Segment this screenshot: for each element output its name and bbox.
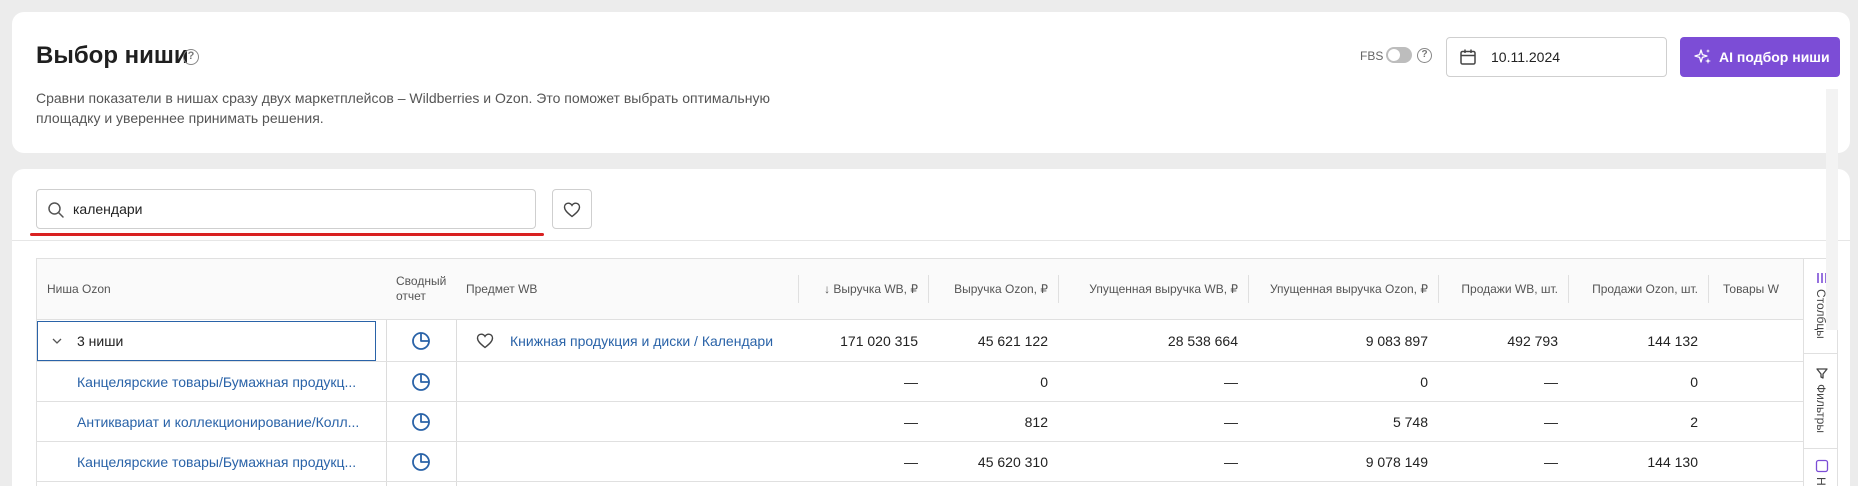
calendar-icon (1460, 49, 1476, 65)
col-summary-line: Сводный (396, 274, 447, 288)
scroll-gutter (1826, 89, 1838, 330)
filters-tab[interactable]: Фильтры (1804, 354, 1837, 449)
subject-link[interactable]: Книжная продукция и диски / Календари (510, 320, 798, 361)
niche-link[interactable]: Канцелярские товары/Бумажная продукц... (77, 362, 377, 401)
cell-lost-revenue-wb: — (1224, 453, 1238, 470)
cell-revenue-wb: — (904, 373, 918, 390)
description-line: Сравни показатели в нишах сразу двух мар… (36, 90, 770, 106)
table-header: Ниша Ozon Сводный отчет Предмет WB ↓ Выр… (37, 259, 1803, 320)
col-revenue-ozon[interactable]: Выручка Ozon, ₽ (928, 259, 1058, 319)
cell-sales-ozon: 2 (1690, 413, 1698, 430)
col-lost-revenue-wb[interactable]: Упущенная выручка WB, ₽ (1058, 259, 1248, 319)
cell-sales-wb: — (1544, 453, 1558, 470)
description-line: площадку и увереннее принимать решения. (36, 110, 324, 126)
col-revenue-wb[interactable]: ↓ Выручка WB, ₽ (798, 259, 928, 319)
table-row-group[interactable]: 3 ниши Книжная продукция и диски / Кален… (37, 320, 1803, 362)
niche-table: Ниша Ozon Сводный отчет Предмет WB ↓ Выр… (36, 258, 1838, 486)
cell-lost-revenue-ozon: 5 748 (1392, 413, 1428, 430)
col-summary[interactable]: Сводный отчет (396, 259, 454, 319)
cell-lost-revenue-wb: — (1224, 373, 1238, 390)
col-subject-wb[interactable]: Предмет WB (466, 259, 726, 319)
cell-sales-ozon: 0 (1690, 373, 1698, 390)
sparkle-icon (1694, 49, 1711, 64)
cell-sales-ozon: 144 130 (1647, 453, 1698, 470)
pie-chart-icon[interactable] (386, 442, 456, 481)
niche-link[interactable]: Канцелярские товары/Бумажная продукц... (77, 442, 377, 481)
cell-lost-revenue-ozon: 0 (1420, 373, 1428, 390)
extra-tab[interactable]: Н (1804, 449, 1837, 486)
filter-icon (1816, 368, 1828, 379)
cell-lost-revenue-ozon: 9 078 149 (1365, 453, 1428, 470)
cell-lost-revenue-wb: — (1224, 413, 1238, 430)
divider (12, 240, 1850, 241)
table-row[interactable]: Антиквариат и коллекционирование/Колл...… (37, 402, 1803, 442)
cell-sales-wb: 492 793 (1507, 332, 1558, 349)
search-highlight-underline (30, 233, 544, 236)
cell-sales-ozon: 144 132 (1647, 332, 1698, 349)
group-niche-label: 3 ниши (77, 332, 124, 349)
cell-lost-revenue-wb: 28 538 664 (1167, 332, 1238, 349)
page-description: Сравни показатели в нишах сразу двух мар… (36, 88, 816, 128)
cell-revenue-wb: — (904, 453, 918, 470)
search-input[interactable]: календари (36, 189, 536, 229)
search-value: календари (73, 201, 143, 217)
favorites-button[interactable] (552, 189, 592, 229)
table-row[interactable]: Канцелярские товары/Бумажная продукц... … (37, 362, 1803, 402)
col-sales-ozon[interactable]: Продажи Ozon, шт. (1568, 259, 1708, 319)
col-niche-ozon[interactable]: Ниша Ozon (47, 259, 347, 319)
page-title: Выбор ниши (36, 42, 189, 69)
cell-revenue-ozon: 0 (1040, 373, 1048, 390)
date-picker[interactable]: 10.11.2024 (1446, 37, 1667, 77)
pie-chart-icon[interactable] (386, 362, 456, 401)
heart-icon[interactable] (476, 320, 500, 361)
fbs-toggle[interactable] (1386, 47, 1412, 63)
pie-chart-icon[interactable] (386, 320, 456, 361)
chevron-down-icon[interactable] (47, 320, 67, 361)
cell-revenue-ozon: 45 621 122 (977, 332, 1048, 349)
col-summary-line: отчет (396, 289, 426, 303)
cell-sales-wb: — (1544, 373, 1558, 390)
cell-revenue-ozon: 45 620 310 (977, 453, 1048, 470)
cell-sales-wb: — (1544, 413, 1558, 430)
col-sales-wb[interactable]: Продажи WB, шт. (1438, 259, 1568, 319)
filters-tab-label: Фильтры (1814, 384, 1828, 433)
ai-button-label: AI подбор ниши (1719, 49, 1830, 65)
niche-link[interactable]: Антиквариат и коллекционирование/Колл... (77, 402, 377, 441)
header-separator (1708, 275, 1709, 303)
cell-revenue-wb: — (904, 413, 918, 430)
ai-tag-icon (1815, 459, 1829, 473)
heart-icon (563, 202, 581, 218)
pie-chart-icon[interactable] (386, 402, 456, 441)
col-goods[interactable]: Товары W (1723, 259, 1803, 319)
header-card: Выбор ниши ? Сравни показатели в нишах с… (12, 12, 1850, 153)
search-icon (48, 202, 64, 218)
fbs-label: FBS (1360, 49, 1384, 63)
fbs-help-icon[interactable]: ? (1417, 48, 1432, 63)
date-value: 10.11.2024 (1491, 49, 1561, 65)
main-card: календари Ниша Ozon Сводный отчет Предме… (12, 169, 1850, 486)
extra-tab-label: Н (1814, 477, 1828, 486)
help-icon[interactable]: ? (183, 49, 199, 65)
table-row[interactable]: Канцелярские товары/Бумажная продукц... … (37, 442, 1803, 482)
cell-lost-revenue-ozon: 9 083 897 (1365, 332, 1428, 349)
cell-revenue-wb: 171 020 315 (840, 332, 918, 349)
col-lost-revenue-ozon[interactable]: Упущенная выручка Ozon, ₽ (1248, 259, 1438, 319)
cell-revenue-ozon: 812 (1024, 413, 1048, 430)
ai-niche-button[interactable]: AI подбор ниши (1680, 37, 1840, 77)
